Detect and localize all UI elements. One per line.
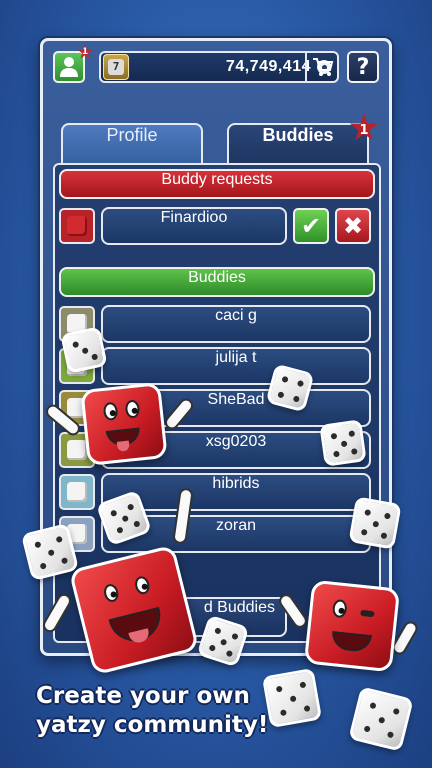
user-icon bbox=[60, 57, 78, 77]
red-die-mascot bbox=[80, 382, 168, 466]
tab-buddies[interactable]: Buddies 1 bbox=[227, 113, 379, 165]
tab-bar: Profile Buddies 1 bbox=[61, 113, 379, 165]
white-die-icon bbox=[348, 686, 414, 752]
buddy-name[interactable]: caci g bbox=[101, 305, 371, 343]
coin-balance-bar: 7 74,749,414 bbox=[99, 51, 339, 83]
white-die-icon bbox=[348, 496, 402, 550]
level-icon: 7 bbox=[103, 54, 129, 80]
close-icon: ✖ bbox=[342, 212, 364, 240]
avatar bbox=[59, 208, 95, 244]
die-icon bbox=[67, 440, 87, 460]
buddies-header: Buddies bbox=[59, 267, 375, 297]
tab-buddies-badge: 1 bbox=[349, 113, 379, 141]
request-name[interactable]: Finardioo bbox=[101, 207, 287, 245]
buddy-request-row: Finardioo ✔ ✖ bbox=[59, 207, 375, 245]
tab-buddies-label: Buddies bbox=[262, 125, 334, 145]
shop-cart-button[interactable] bbox=[305, 51, 339, 83]
avatar bbox=[59, 474, 95, 510]
help-button[interactable]: ? bbox=[347, 51, 379, 83]
buddy-row: julija t bbox=[59, 347, 375, 385]
buddy-name[interactable]: julija t bbox=[101, 347, 371, 385]
top-bar: 1 7 74,749,414 ? bbox=[43, 41, 389, 97]
caption-line-1: Create your own bbox=[36, 683, 250, 709]
accept-button[interactable]: ✔ bbox=[293, 208, 329, 244]
buddy-row: caci g bbox=[59, 305, 375, 343]
caption-line-2: yatzy community! bbox=[36, 712, 269, 738]
white-die-icon bbox=[60, 326, 108, 374]
decline-button[interactable]: ✖ bbox=[335, 208, 371, 244]
tab-profile[interactable]: Profile bbox=[61, 123, 203, 165]
red-die-mascot bbox=[303, 579, 401, 673]
profile-button[interactable] bbox=[53, 51, 85, 83]
red-die-icon bbox=[67, 216, 87, 236]
die-icon bbox=[67, 482, 87, 502]
cart-icon bbox=[313, 58, 334, 76]
check-icon: ✔ bbox=[300, 212, 322, 240]
promo-caption: Create your own yatzy community! bbox=[36, 682, 286, 740]
buddy-requests-header: Buddy requests bbox=[59, 169, 375, 199]
white-die-icon bbox=[319, 419, 367, 467]
coin-count: 74,749,414 bbox=[225, 58, 311, 75]
